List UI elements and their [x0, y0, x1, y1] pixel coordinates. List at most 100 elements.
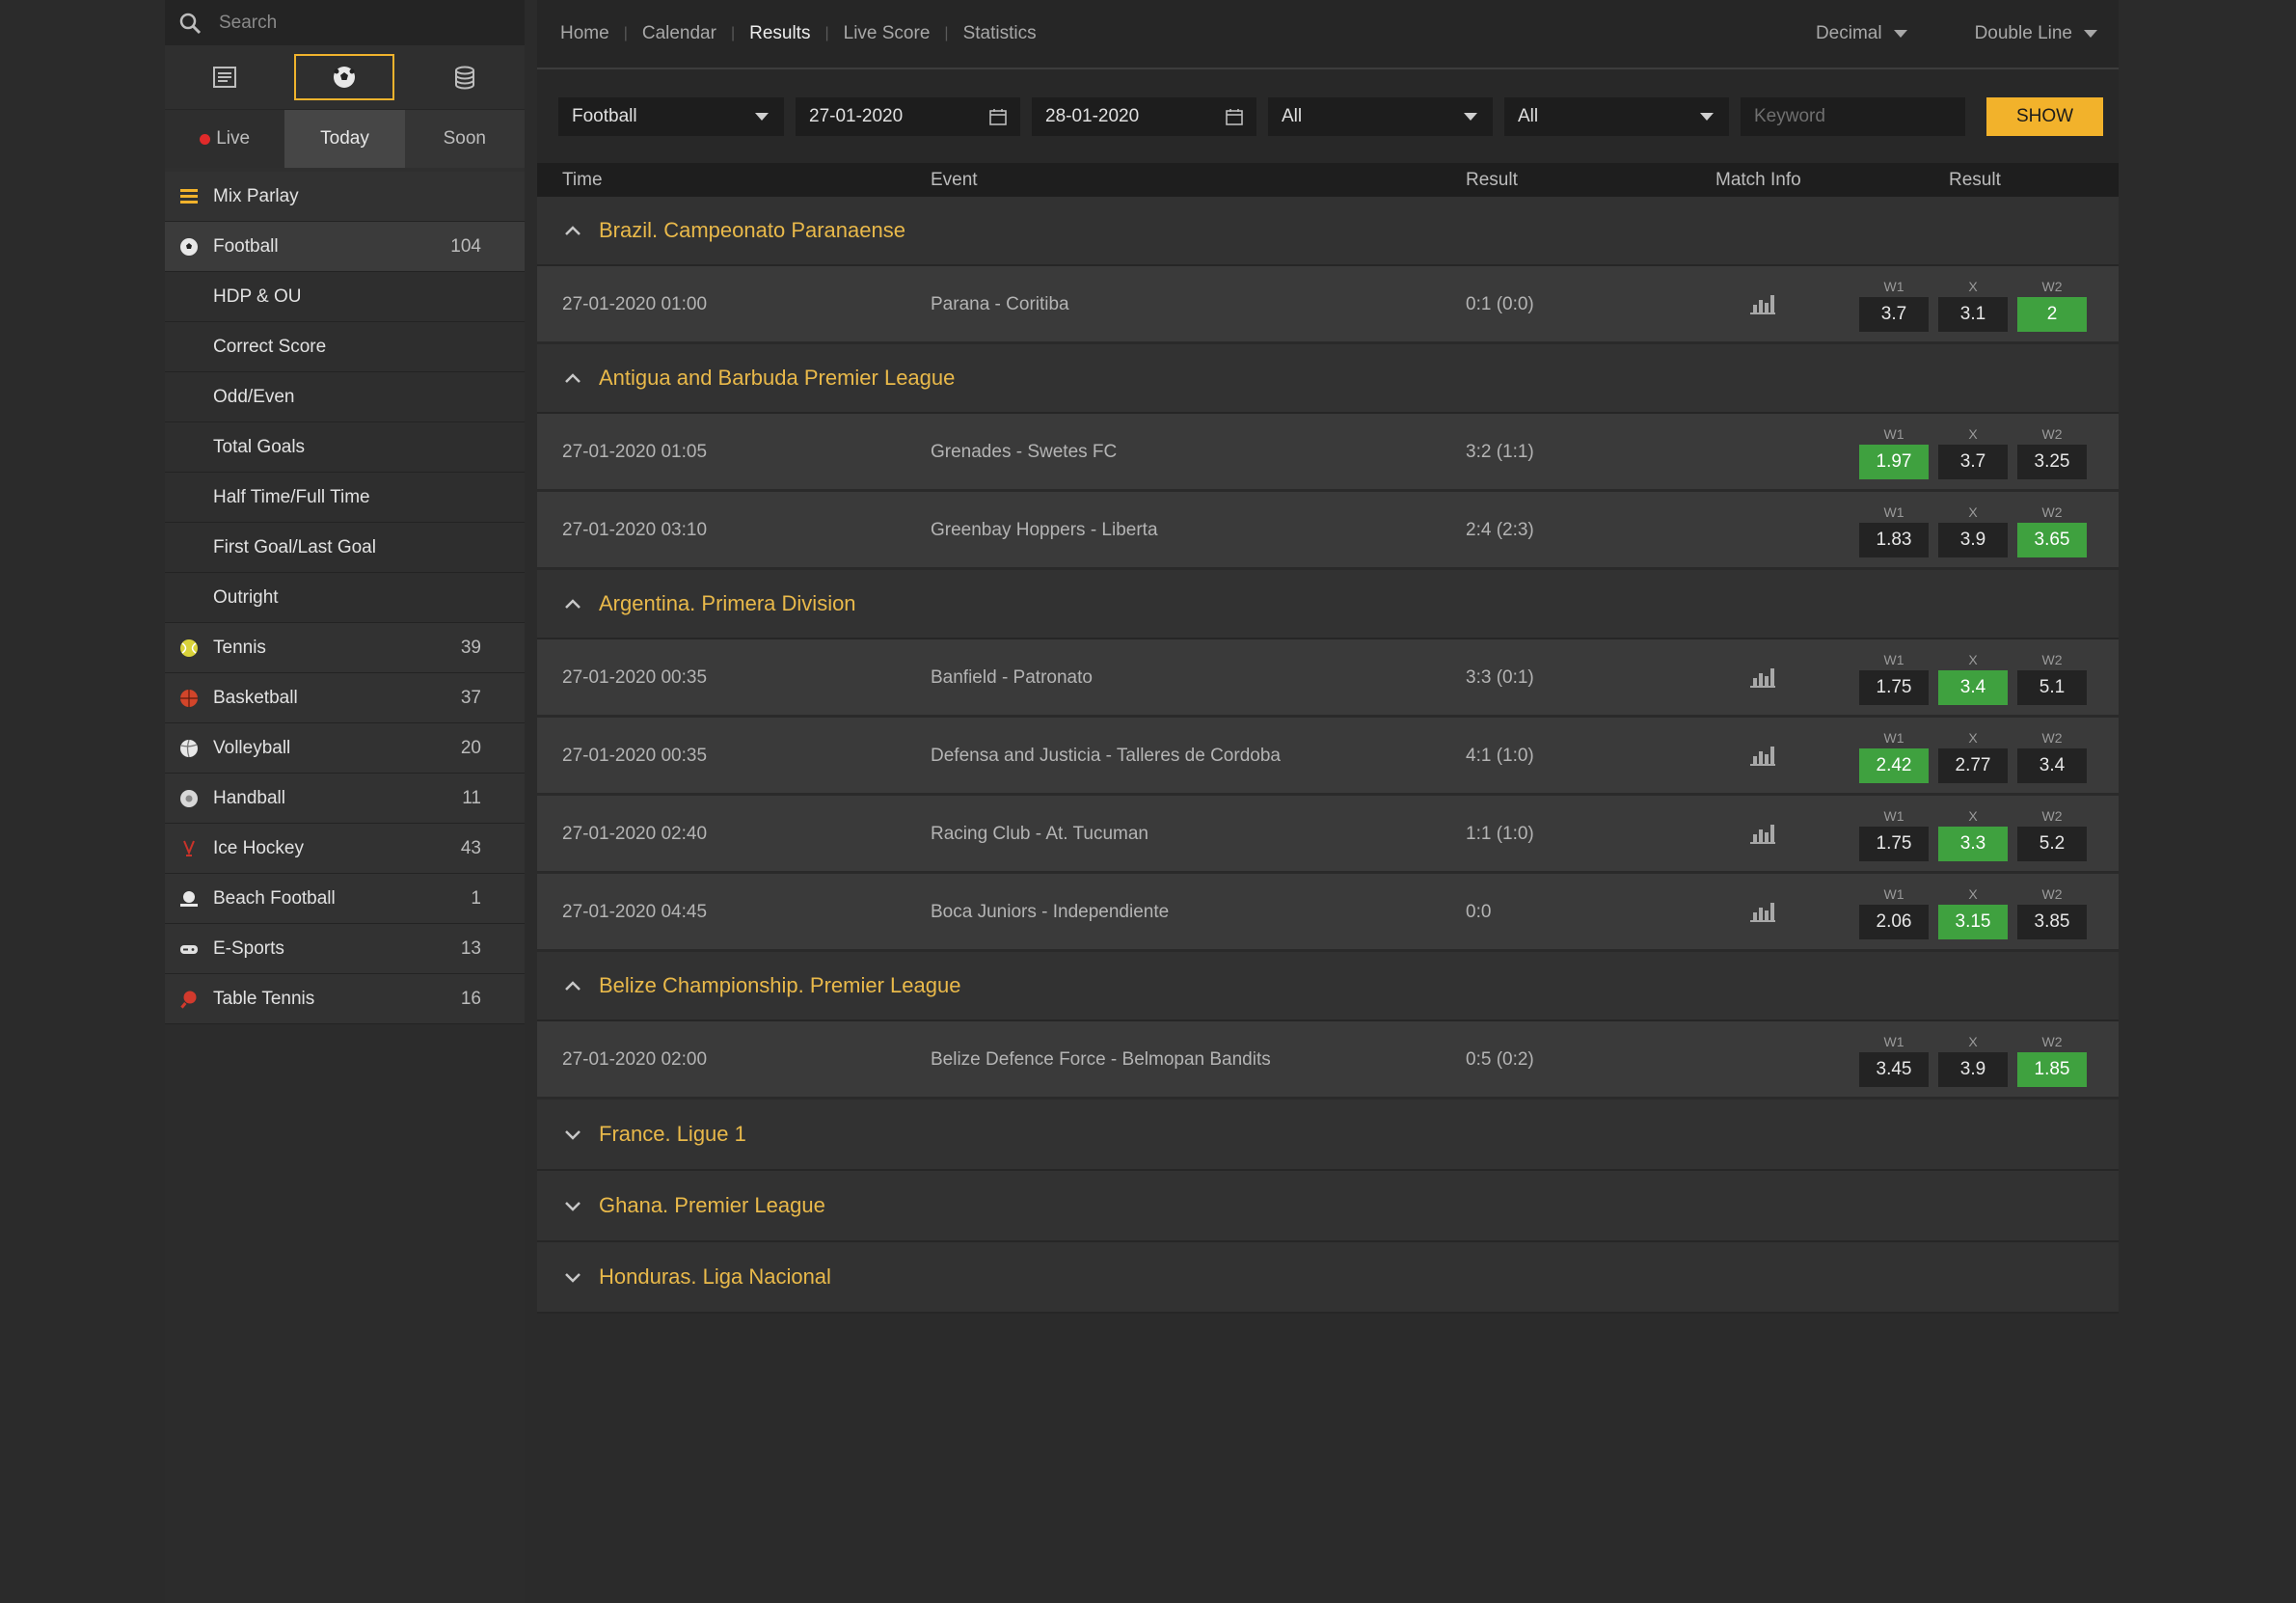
sidebar-item-first-goal-last-goal[interactable]: First Goal/Last Goal [165, 523, 525, 573]
league-header[interactable]: Ghana. Premier League [537, 1171, 2119, 1242]
stats-icon[interactable] [1748, 899, 1777, 924]
odd-value-w1[interactable]: 2.06 [1859, 905, 1929, 939]
chevron-up-icon[interactable] [562, 593, 583, 614]
league-header[interactable]: France. Ligue 1 [537, 1100, 2119, 1171]
chevron-up-icon[interactable] [562, 975, 583, 996]
table-row[interactable]: 27-01-2020 01:00 Parana - Coritiba 0:1 (0:… [537, 266, 2119, 344]
news-button[interactable] [175, 54, 275, 100]
nav-home[interactable]: Home [546, 23, 624, 44]
nav-results[interactable]: Results [735, 23, 824, 44]
date-from-input[interactable]: 27-01-2020 [796, 96, 1020, 136]
chevron-down-icon [755, 112, 769, 121]
odds-format-dropdown[interactable]: Decimal [1816, 23, 1907, 44]
basketball-icon [178, 688, 200, 709]
odd-value-w2[interactable]: 2 [2017, 297, 2087, 332]
tab-live[interactable]: Live [165, 110, 285, 168]
sports-button[interactable] [294, 54, 395, 100]
odd-value-w1[interactable]: 1.75 [1859, 670, 1929, 705]
casino-button[interactable] [415, 54, 515, 100]
chevron-down-icon[interactable] [562, 1266, 583, 1288]
odd-value-w2[interactable]: 1.85 [2017, 1052, 2087, 1087]
keyword-input[interactable]: Keyword [1741, 96, 1965, 136]
odds-group: W1 2.06 X 3.15 W2 3.85 [1859, 883, 2087, 939]
odd-value-w2[interactable]: 5.2 [2017, 827, 2087, 861]
odd-value-w1[interactable]: 1.75 [1859, 827, 1929, 861]
sidebar-item-count: 104 [450, 235, 481, 257]
stats-icon[interactable] [1748, 665, 1777, 690]
filter-select-2[interactable]: All [1504, 96, 1729, 136]
odd-value-w1[interactable]: 1.83 [1859, 523, 1929, 557]
sidebar-item-e-sports[interactable]: E-Sports 13 [165, 924, 525, 974]
view-mode-dropdown[interactable]: Double Line [1975, 23, 2097, 44]
odds-group: W1 1.75 X 3.3 W2 5.2 [1859, 805, 2087, 861]
table-row[interactable]: 27-01-2020 00:35 Defensa and Justicia - T… [537, 718, 2119, 796]
sidebar-item-football[interactable]: Football 104 [165, 222, 525, 272]
sidebar-item-basketball[interactable]: Basketball 37 [165, 673, 525, 723]
odd-value-x[interactable]: 3.3 [1938, 827, 2008, 861]
nav-live-score[interactable]: Live Score [829, 23, 945, 44]
odd-value-w2[interactable]: 3.65 [2017, 523, 2087, 557]
odd-label: X [1968, 730, 1978, 746]
table-row[interactable]: 27-01-2020 04:45 Boca Juniors - Independi… [537, 874, 2119, 952]
odd-value-x[interactable]: 3.15 [1938, 905, 2008, 939]
odd-value-w1[interactable]: 3.7 [1859, 297, 1929, 332]
league-header[interactable]: Honduras. Liga Nacional [537, 1242, 2119, 1314]
sidebar-item-volleyball[interactable]: Volleyball 20 [165, 723, 525, 774]
sidebar-item-odd-even[interactable]: Odd/Even [165, 372, 525, 422]
sidebar-item-total-goals[interactable]: Total Goals [165, 422, 525, 473]
stats-icon[interactable] [1748, 291, 1777, 316]
table-row[interactable]: 27-01-2020 02:40 Racing Club - At. Tucuma… [537, 796, 2119, 874]
odd-value-w2[interactable]: 3.4 [2017, 748, 2087, 783]
odd-value-w2[interactable]: 5.1 [2017, 670, 2087, 705]
show-button[interactable]: SHOW [1986, 96, 2103, 136]
nav-statistics[interactable]: Statistics [949, 23, 1051, 44]
sidebar-item-correct-score[interactable]: Correct Score [165, 322, 525, 372]
sidebar-item-count: 11 [462, 787, 481, 808]
sidebar-item-tennis[interactable]: Tennis 39 [165, 623, 525, 673]
table-row[interactable]: 27-01-2020 03:10 Greenbay Hoppers - Liber… [537, 492, 2119, 570]
odd-value-w1[interactable]: 3.45 [1859, 1052, 1929, 1087]
league-header[interactable]: Antigua and Barbuda Premier League [537, 344, 2119, 414]
sidebar-item-hdp-ou[interactable]: HDP & OU [165, 272, 525, 322]
search-bar[interactable]: Search [165, 0, 525, 45]
sidebar-item-beach-football[interactable]: Beach Football 1 [165, 874, 525, 924]
sidebar-item-mix-parlay[interactable]: Mix Parlay [165, 172, 525, 222]
odd-value-x[interactable]: 3.1 [1938, 297, 2008, 332]
filter-select-1[interactable]: All [1268, 96, 1493, 136]
stats-icon[interactable] [1748, 743, 1777, 768]
league-name: Antigua and Barbuda Premier League [599, 366, 956, 390]
table-row[interactable]: 27-01-2020 02:00 Belize Defence Force - B… [537, 1021, 2119, 1100]
tab-today[interactable]: Today [284, 110, 405, 168]
odd-value-w1[interactable]: 1.97 [1859, 445, 1929, 479]
chevron-down-icon[interactable] [562, 1195, 583, 1216]
table-row[interactable]: 27-01-2020 01:05 Grenades - Swetes FC 3:2 … [537, 414, 2119, 492]
odd-value-w2[interactable]: 3.25 [2017, 445, 2087, 479]
league-header[interactable]: Argentina. Primera Division [537, 570, 2119, 639]
chevron-down-icon[interactable] [562, 1124, 583, 1145]
league-header[interactable]: Belize Championship. Premier League [537, 952, 2119, 1021]
odd-value-w1[interactable]: 2.42 [1859, 748, 1929, 783]
sidebar-item-ice-hockey[interactable]: Ice Hockey 43 [165, 824, 525, 874]
odd-w1: W1 3.45 [1859, 1031, 1929, 1087]
odd-value-x[interactable]: 3.9 [1938, 1052, 2008, 1087]
chevron-up-icon[interactable] [562, 220, 583, 241]
league-header[interactable]: Brazil. Campeonato Paranaense [537, 197, 2119, 266]
nav-calendar[interactable]: Calendar [628, 23, 731, 44]
odd-value-x[interactable]: 3.4 [1938, 670, 2008, 705]
odd-value-x[interactable]: 3.7 [1938, 445, 2008, 479]
table-row[interactable]: 27-01-2020 00:35 Banfield - Patronato 3:3 … [537, 639, 2119, 718]
sidebar-item-handball[interactable]: Handball 11 [165, 774, 525, 824]
odd-label: W1 [1883, 1034, 1904, 1049]
date-to-input[interactable]: 28-01-2020 [1032, 96, 1256, 136]
odd-value-w2[interactable]: 3.85 [2017, 905, 2087, 939]
sidebar-item-table-tennis[interactable]: Table Tennis 16 [165, 974, 525, 1024]
odd-value-x[interactable]: 3.9 [1938, 523, 2008, 557]
chevron-up-icon[interactable] [562, 367, 583, 389]
sidebar-item-half-time-full-time[interactable]: Half Time/Full Time [165, 473, 525, 523]
search-input[interactable]: Search [219, 13, 277, 34]
odd-value-x[interactable]: 2.77 [1938, 748, 2008, 783]
sport-select[interactable]: Football [558, 96, 784, 136]
tab-soon[interactable]: Soon [404, 110, 525, 168]
stats-icon[interactable] [1748, 821, 1777, 846]
sidebar-item-outright[interactable]: Outright [165, 573, 525, 623]
